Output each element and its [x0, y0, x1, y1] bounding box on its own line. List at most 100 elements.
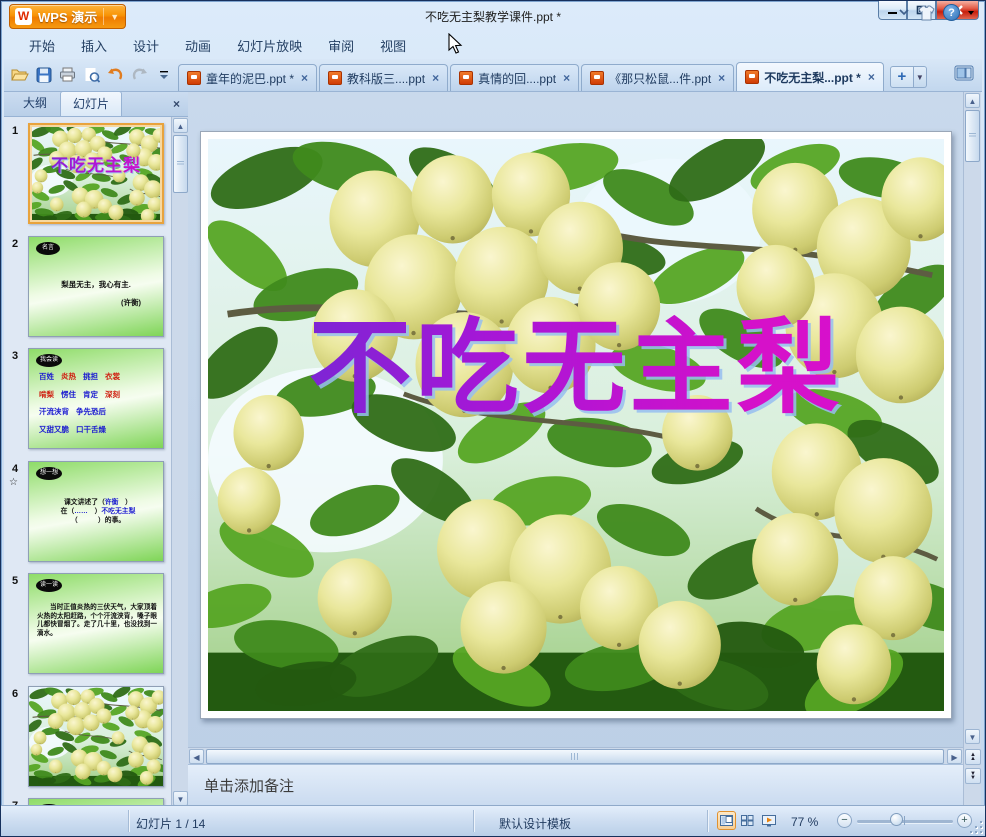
word: 深刻 — [105, 389, 120, 399]
sidebar-close-icon[interactable]: × — [173, 97, 180, 111]
tab-close-icon[interactable]: × — [561, 71, 570, 85]
sidebar-scroll-up-icon[interactable]: ▲ — [173, 118, 188, 133]
text-segment: 许衡 — [104, 498, 119, 506]
slide-thumbnail-canvas[interactable]: 想一想 课文讲述了（许衡 ）在（…… ）不吃无主梨（ ）的事。 — [28, 460, 164, 562]
zoom-slider-thumb[interactable] — [890, 813, 903, 826]
menu-right-tools: ? — [898, 4, 975, 21]
save-icon[interactable] — [33, 64, 54, 85]
menu-item-插入[interactable]: 插入 — [68, 31, 120, 60]
menu-item-视图[interactable]: 视图 — [367, 31, 419, 60]
slideshow-view-button[interactable] — [759, 811, 778, 830]
arrange-windows-icon[interactable] — [954, 65, 974, 86]
scroll-down-icon[interactable]: ▼ — [965, 729, 980, 744]
document-tab[interactable]: 真情的回....ppt × — [450, 64, 580, 91]
tab-close-icon[interactable]: × — [430, 71, 439, 85]
help-icon[interactable]: ? — [943, 4, 960, 21]
slide-thumbnail[interactable]: 5 读一读 当时正值炎热的三伏天气，大家顶着火热的太阳赶路，个个汗流浃背，嗓子眼儿都… — [4, 573, 171, 677]
document-tab[interactable]: 《那只松鼠...件.ppt × — [581, 64, 735, 91]
document-tab[interactable]: 童年的泥巴.ppt * × — [178, 64, 318, 91]
word: 肯定 — [83, 389, 98, 399]
word: 百姓 — [39, 372, 54, 381]
menu-item-设计[interactable]: 设计 — [120, 31, 172, 60]
resize-grip[interactable] — [970, 821, 982, 833]
slide-thumbnail[interactable]: 3 我会读 百姓 炎热 挑担 衣裳 啃梨 愣住 肯定 深刻 汗流浃背 争先恐后 又甜又脆 口干舌燥 — [4, 348, 171, 452]
current-slide[interactable]: 不吃无主梨 — [200, 131, 952, 719]
menu-item-开始[interactable]: 开始 — [16, 31, 68, 60]
tab-close-icon[interactable]: × — [866, 70, 875, 84]
document-tab[interactable]: 不吃无主梨...ppt * × — [736, 62, 884, 91]
document-tab-label: 童年的泥巴.ppt * — [206, 71, 295, 86]
print-icon[interactable] — [57, 64, 78, 85]
help-dropdown-icon[interactable] — [967, 10, 975, 16]
sidebar-scrollbar[interactable]: ▲ ▼ — [171, 117, 188, 807]
sidebar-tab-大纲[interactable]: 大纲 — [10, 90, 60, 116]
slide-number: 3 — [12, 350, 19, 362]
ppt-file-icon — [328, 71, 343, 85]
slide-number: 4 — [12, 462, 19, 475]
slide-badge: 想一想 — [36, 466, 63, 480]
open-file-icon[interactable] — [9, 64, 30, 85]
title-bar: W WPS 演示 ▼ 不吃无主梨教学课件.ppt * — [1, 1, 985, 31]
print-preview-icon[interactable] — [81, 64, 102, 85]
horizontal-scroll-thumb[interactable] — [206, 749, 944, 764]
slide-thumbnail[interactable]: 1 不吃无主梨 — [4, 123, 171, 227]
document-tab[interactable]: 教科版三....ppt × — [319, 64, 449, 91]
word: 争先恐后 — [76, 407, 106, 416]
normal-view-button[interactable] — [717, 811, 736, 830]
menu-item-审阅[interactable]: 审阅 — [315, 31, 367, 60]
slide-thumbnail[interactable]: 2 名言 梨虽无主，我心有主. (许衡) — [4, 235, 171, 340]
fill-line: 在（…… ）不吃无主梨 — [37, 507, 159, 516]
slide-counter: 幻灯片 1 / 14 — [136, 817, 206, 831]
collapse-ribbon-icon[interactable] — [898, 8, 910, 17]
notes-pane[interactable]: 单击添加备注 — [188, 764, 963, 807]
quote-line: 梨虽无主，我心有主. — [61, 279, 131, 289]
next-slide-button[interactable]: ▼ ▼ — [965, 768, 981, 784]
scroll-right-icon[interactable]: ▶ — [947, 749, 962, 764]
vertical-scroll-thumb[interactable] — [965, 110, 980, 162]
tab-close-icon[interactable]: × — [716, 71, 725, 85]
slide-thumbnail-canvas[interactable]: 不吃无主梨 — [28, 123, 164, 224]
sidebar-scroll-thumb[interactable] — [173, 135, 188, 193]
slide-title-text[interactable]: 不吃无主梨 — [201, 284, 951, 433]
vertical-scrollbar[interactable]: ▲ ▼ ▲ ▲ ▼ ▼ — [963, 92, 981, 807]
scroll-up-icon[interactable]: ▲ — [965, 93, 980, 108]
slide-thumbnail[interactable]: 6 — [4, 685, 171, 790]
new-document-dropdown-icon[interactable]: ▼ — [913, 66, 927, 88]
tab-close-icon[interactable]: × — [299, 71, 308, 85]
word-row: 百姓 炎热 挑担 衣裳 — [39, 371, 159, 382]
sidebar-tab-幻灯片[interactable]: 幻灯片 — [60, 91, 123, 116]
slide-thumbnail-canvas[interactable]: 名言 梨虽无主，我心有主. (许衡) — [28, 235, 164, 337]
zoom-out-icon[interactable]: − — [837, 813, 852, 828]
status-divider — [473, 810, 474, 832]
slide-sorter-view-button[interactable] — [738, 811, 757, 830]
green-slide-background: 名言 梨虽无主，我心有主. (许衡) — [29, 236, 163, 336]
slide-number: 5 — [12, 575, 19, 587]
slide-thumbnail-canvas[interactable] — [28, 685, 164, 787]
word: 口干舌燥 — [76, 424, 106, 434]
new-document-button[interactable]: + — [889, 66, 914, 88]
previous-slide-button[interactable]: ▲ ▲ — [965, 749, 981, 765]
scroll-left-icon[interactable]: ◀ — [189, 749, 204, 764]
toolbar-options-icon[interactable] — [153, 64, 174, 85]
document-tab-label: 不吃无主梨...ppt * — [764, 70, 861, 85]
ppt-file-icon — [459, 71, 474, 85]
thumbnail-title-text: 不吃无主梨 — [30, 151, 162, 176]
skin-tshirt-icon[interactable] — [917, 5, 936, 21]
slide-editing-area[interactable]: 不吃无主梨 — [188, 92, 963, 807]
slide-thumbnail[interactable]: 4 ☆ 想一想 课文讲述了（许衡 ）在（…… ）不吃无主梨（ ）的事。 — [4, 460, 171, 565]
window-title: 不吃无主梨教学课件.ppt * — [424, 10, 562, 24]
sidebar-scroll-down-icon[interactable]: ▼ — [173, 791, 188, 806]
undo-icon[interactable] — [105, 64, 126, 85]
slide-badge: 我会读 — [36, 354, 63, 367]
slide-thumbnail-panel: 1 不吃无主梨 2 名言 梨虽无主，我心有主. (许衡) 3 我会读 百姓 炎热 挑担 衣裳 啃梨 愣住肯… — [4, 117, 171, 807]
design-template-label[interactable]: 默认设计模板 — [499, 815, 571, 832]
menu-item-动画[interactable]: 动画 — [172, 31, 224, 60]
word-row: 又甜又脆 口干舌燥 — [39, 424, 159, 435]
menu-item-幻灯片放映[interactable]: 幻灯片放映 — [224, 31, 315, 60]
redo-icon[interactable] — [129, 64, 150, 85]
horizontal-scrollbar[interactable]: ◀ ▶ — [188, 747, 963, 764]
slide-thumbnail-canvas[interactable]: 读一读 当时正值炎热的三伏天气，大家顶着火热的太阳赶路，个个汗流浃背，嗓子眼儿都快… — [28, 573, 164, 674]
zoom-slider-track[interactable] — [857, 820, 953, 823]
document-tab-label: 教科版三....ppt — [347, 71, 426, 86]
slide-thumbnail-canvas[interactable]: 我会读 百姓 炎热 挑担 衣裳 啃梨 愣住 肯定 深刻 汗流浃背 争先恐后 又甜又脆 口干舌燥 — [28, 348, 164, 449]
